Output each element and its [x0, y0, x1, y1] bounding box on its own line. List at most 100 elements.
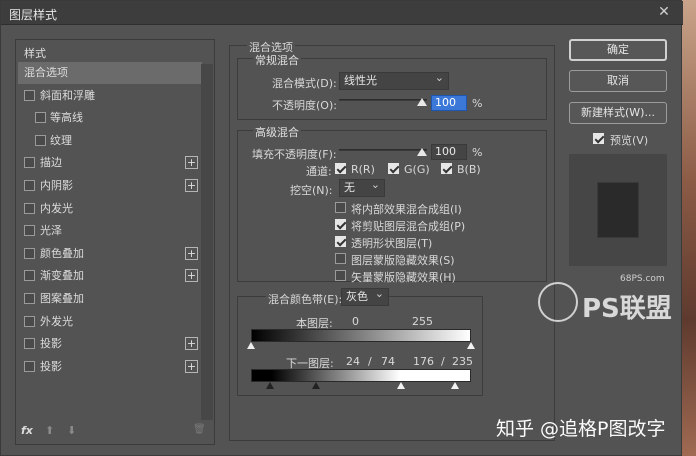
- style-item-label: 投影: [40, 337, 62, 351]
- advanced-option-label: 矢量蒙版隐藏效果(H): [351, 271, 456, 284]
- style-item[interactable]: 描边 +: [18, 152, 202, 174]
- style-item-checkbox[interactable]: [24, 315, 35, 327]
- move-down-icon[interactable]: ⬇: [67, 424, 76, 437]
- style-item[interactable]: 投影 +: [18, 333, 202, 355]
- style-item[interactable]: 颜色叠加 +: [18, 243, 202, 265]
- fill-opacity-slider-thumb[interactable]: [417, 148, 427, 156]
- add-effect-icon[interactable]: +: [185, 359, 198, 373]
- under-layer-slash-1: /: [368, 355, 372, 368]
- style-item-checkbox[interactable]: [24, 157, 35, 169]
- under-layer-stop-176[interactable]: [397, 382, 405, 389]
- knockout-select[interactable]: 无: [339, 177, 385, 197]
- under-layer-gradient: [251, 369, 471, 382]
- style-item[interactable]: 斜面和浮雕: [18, 85, 202, 107]
- general-blend-label: 常规混合: [253, 52, 301, 68]
- zhihu-watermark: 知乎 @追格P图改字: [496, 418, 666, 440]
- styles-scrollbar[interactable]: [201, 64, 213, 420]
- channel-g-checkbox[interactable]: [388, 163, 399, 174]
- under-layer-stop-24[interactable]: [266, 382, 274, 389]
- style-item-checkbox[interactable]: [24, 270, 35, 282]
- style-item-checkbox[interactable]: [24, 202, 35, 214]
- channel-r-checkbox[interactable]: [335, 163, 346, 174]
- preview-inner-square: [597, 182, 639, 238]
- style-item-label: 内发光: [40, 201, 73, 215]
- add-effect-icon[interactable]: +: [185, 269, 198, 283]
- advanced-option-checkbox[interactable]: [335, 236, 346, 247]
- style-item[interactable]: 投影 +: [18, 356, 202, 378]
- advanced-option-checkbox[interactable]: [335, 270, 346, 281]
- advanced-option-checkbox[interactable]: [335, 253, 346, 264]
- fill-opacity-percent: %: [472, 146, 483, 159]
- advanced-option-label: 将剪贴图层混合成组(P): [351, 220, 466, 233]
- new-style-button[interactable]: 新建样式(W)...: [569, 102, 667, 124]
- style-item[interactable]: 内发光: [18, 198, 202, 220]
- blend-if-select[interactable]: 灰色: [341, 286, 389, 306]
- advanced-option-checkbox[interactable]: [335, 202, 346, 213]
- style-item-checkbox[interactable]: [24, 180, 35, 191]
- blend-mode-select[interactable]: 线性光: [339, 70, 449, 90]
- opacity-input[interactable]: 100: [431, 95, 467, 111]
- style-item[interactable]: 渐变叠加 +: [18, 265, 202, 287]
- style-item[interactable]: 图案叠加: [18, 288, 202, 310]
- style-item-checkbox[interactable]: [24, 247, 35, 259]
- style-item-label: 渐变叠加: [40, 269, 84, 283]
- ok-button[interactable]: 确定: [569, 39, 667, 61]
- under-layer-stop-235[interactable]: [451, 382, 459, 389]
- preview-checkbox[interactable]: [593, 133, 604, 144]
- fill-opacity-input[interactable]: 100: [431, 144, 467, 160]
- style-item-checkbox[interactable]: [24, 360, 35, 372]
- add-effect-icon[interactable]: +: [185, 337, 198, 351]
- opacity-slider-thumb[interactable]: [417, 98, 427, 106]
- under-layer-slash-2: /: [441, 355, 445, 368]
- this-layer-black-stop[interactable]: [247, 342, 255, 349]
- knockout-label: 挖空(N):: [290, 184, 333, 197]
- add-effect-icon[interactable]: +: [185, 179, 198, 192]
- this-layer-low: 0: [352, 315, 359, 328]
- advanced-option-label: 将内部效果混合成组(I): [351, 203, 462, 216]
- style-item-checkbox[interactable]: [24, 89, 35, 101]
- style-item[interactable]: 内阴影 +: [18, 175, 202, 197]
- under-layer-a: 24: [346, 355, 360, 368]
- style-item[interactable]: 纹理: [18, 130, 202, 152]
- channels-label: 通道:: [306, 165, 332, 178]
- styles-list-panel: 样式 混合选项 斜面和浮雕 等高线 纹理 描边 + 内阴影 + 内发光 光泽 颜色叠加 + 渐变叠加 + 图…: [15, 39, 215, 445]
- advanced-blend-label: 高级混合: [253, 124, 301, 140]
- style-item-label: 等高线: [50, 111, 83, 125]
- dialog-title: 图层样式: [9, 8, 58, 22]
- style-item-label: 描边: [40, 156, 62, 170]
- style-item-checkbox[interactable]: [24, 225, 35, 237]
- channel-b-label: B(B): [457, 163, 481, 176]
- channel-b-checkbox[interactable]: [441, 163, 452, 174]
- blend-if-label: 混合颜色带(E):: [266, 291, 345, 307]
- move-up-icon[interactable]: ⬆: [45, 424, 54, 437]
- style-item-label: 纹理: [50, 133, 72, 147]
- fill-opacity-slider[interactable]: [339, 149, 427, 151]
- style-item[interactable]: 光泽: [18, 220, 202, 242]
- style-item-label: 颜色叠加: [40, 246, 84, 260]
- add-effect-icon[interactable]: +: [185, 246, 198, 260]
- style-item-checkbox[interactable]: [24, 338, 35, 350]
- advanced-option-label: 图层蒙版隐藏效果(S): [351, 254, 455, 267]
- style-item-checkbox[interactable]: [24, 293, 35, 304]
- fill-opacity-label: 填充不透明度(F):: [252, 148, 337, 161]
- style-item[interactable]: 等高线: [18, 107, 202, 129]
- ps-logo-icon: [538, 282, 578, 322]
- trash-icon[interactable]: 🗑: [193, 424, 206, 435]
- style-item-label: 混合选项: [24, 66, 68, 79]
- add-effect-icon[interactable]: +: [185, 156, 198, 170]
- style-item-checkbox[interactable]: [35, 134, 46, 146]
- channel-r-label: R(R): [351, 163, 375, 176]
- close-icon[interactable]: ✕: [650, 3, 678, 22]
- style-item-checkbox[interactable]: [35, 112, 46, 124]
- advanced-option-checkbox[interactable]: [335, 219, 346, 230]
- fx-icon[interactable]: fx: [21, 424, 33, 437]
- opacity-slider[interactable]: [339, 99, 427, 101]
- under-layer-d: 235: [452, 355, 473, 368]
- site-watermark: 68PS.com: [620, 274, 665, 284]
- style-item[interactable]: 外发光: [18, 311, 202, 333]
- style-item-label: 投影: [40, 359, 62, 373]
- this-layer-white-stop[interactable]: [467, 342, 475, 349]
- under-layer-stop-74[interactable]: [312, 382, 320, 389]
- cancel-button[interactable]: 取消: [569, 70, 667, 92]
- style-item[interactable]: 混合选项: [18, 62, 202, 84]
